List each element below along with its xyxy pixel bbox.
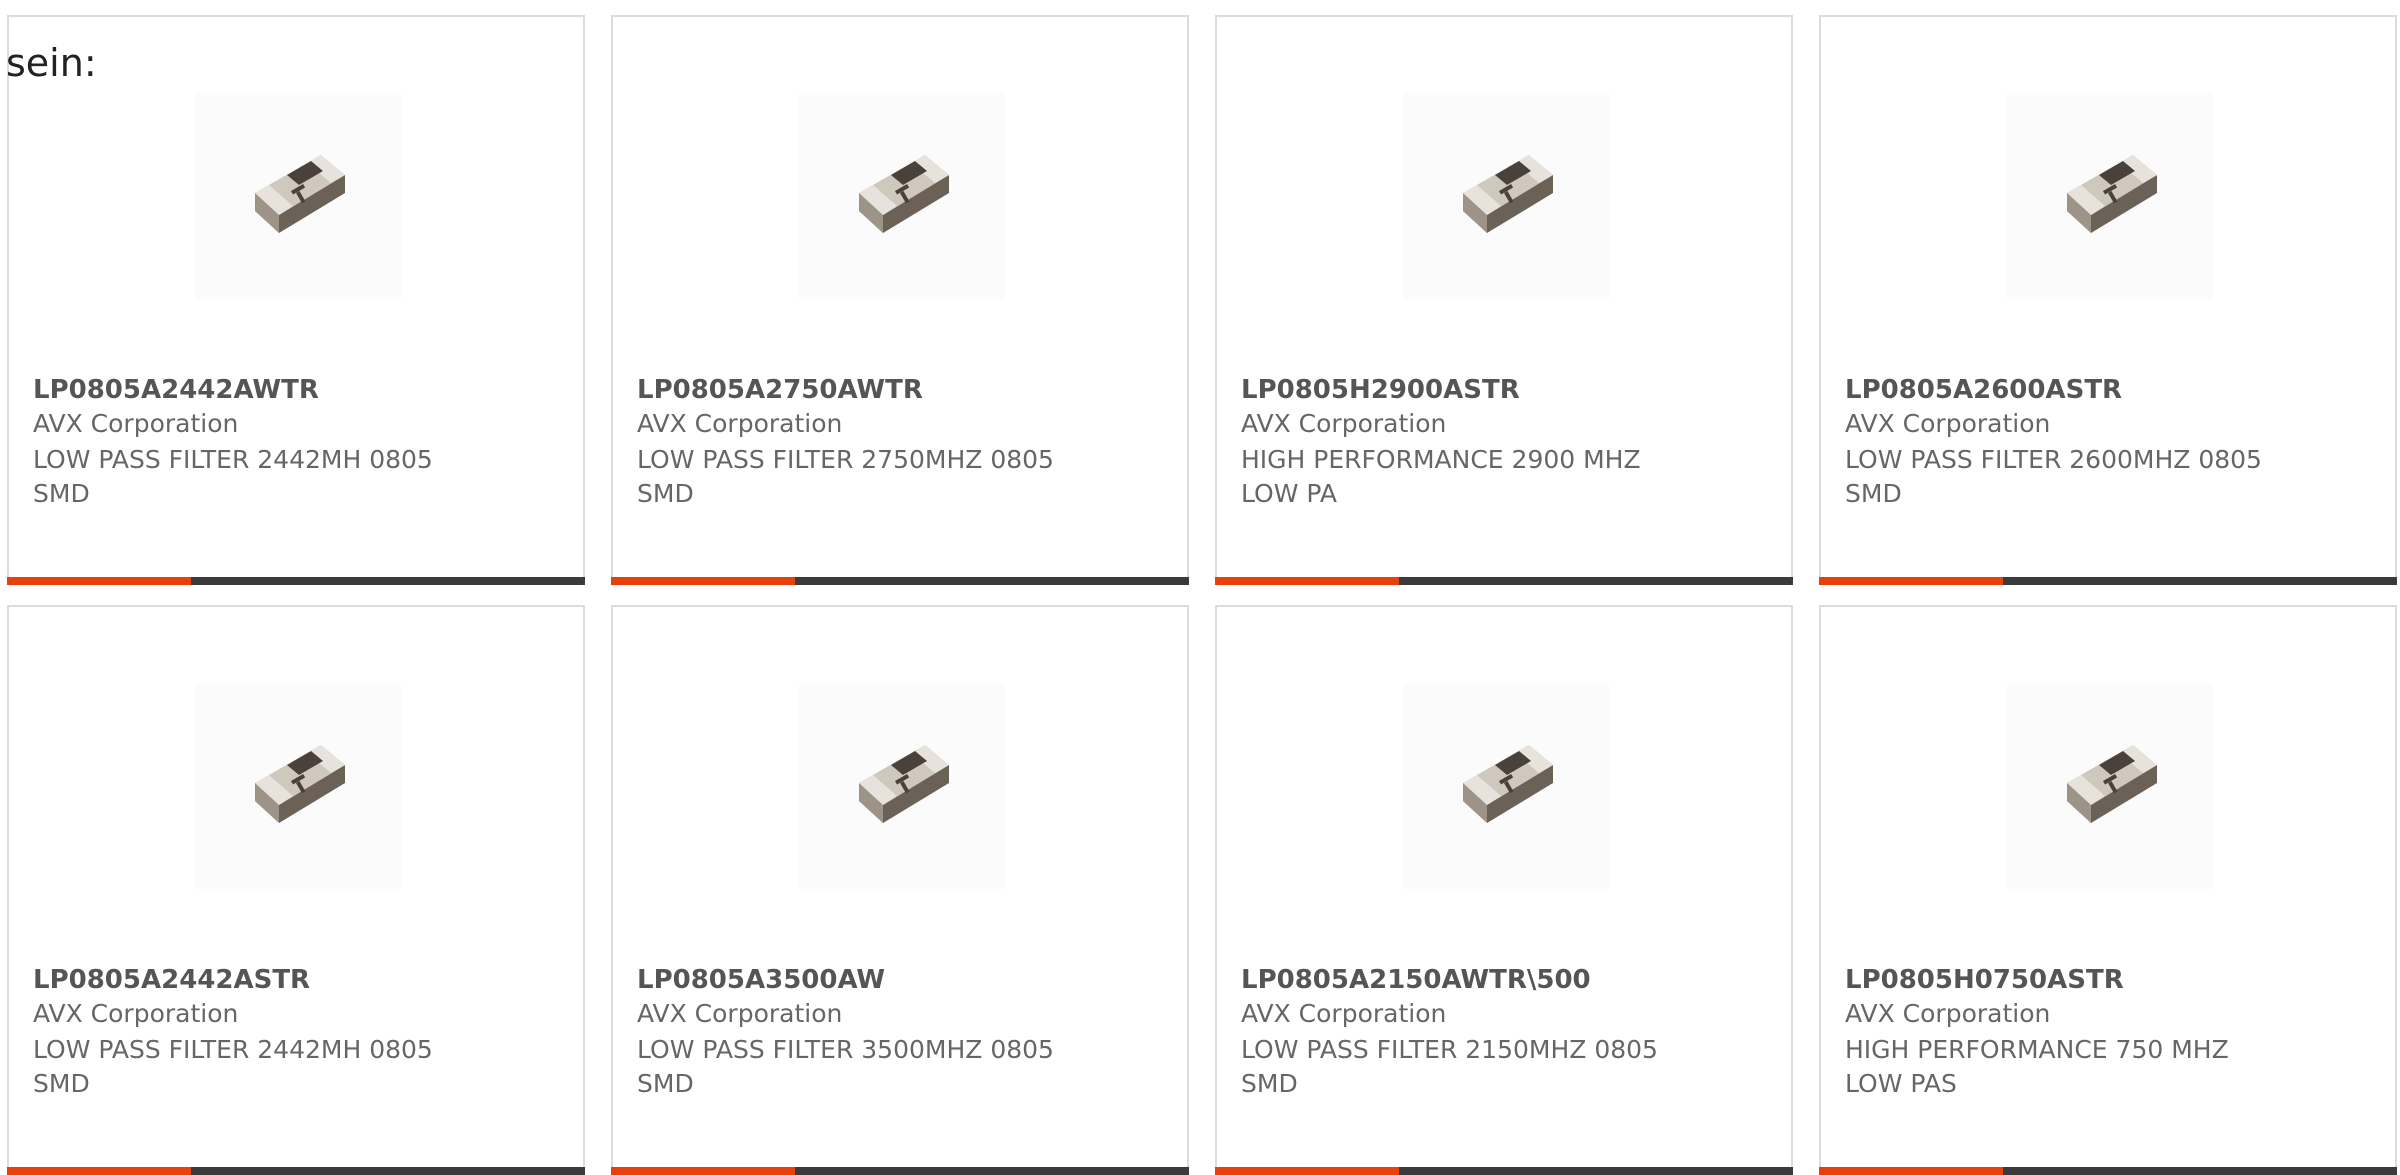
product-card[interactable]: LP0805A2442AWTR AVX Corporation LOW PASS… — [7, 15, 585, 585]
card-footer-bar — [1215, 1167, 1793, 1175]
manufacturer-name: AVX Corporation — [1241, 409, 1447, 438]
accent-bar — [611, 577, 795, 585]
product-card[interactable]: LP0805H0750ASTR AVX Corporation HIGH PER… — [1819, 605, 2397, 1175]
part-number-link[interactable]: LP0805H2900ASTR — [1241, 375, 1520, 405]
part-number-link[interactable]: LP0805A2442ASTR — [33, 965, 310, 995]
product-description: LOW PASS FILTER 2442MH 0805 SMD — [33, 1035, 433, 1098]
card-footer-bar — [1819, 577, 2397, 585]
card-footer-bar — [611, 577, 1189, 585]
manufacturer-name: AVX Corporation — [1845, 409, 2051, 438]
product-description: HIGH PERFORMANCE 2900 MHZ LOW PA — [1241, 445, 1641, 508]
manufacturer-name: AVX Corporation — [1845, 999, 2051, 1028]
part-number-link[interactable]: LP0805A2442AWTR — [33, 375, 319, 405]
product-grid: LP0805A2442AWTR AVX Corporation LOW PASS… — [0, 0, 2400, 1175]
part-number-link[interactable]: LP0805H0750ASTR — [1845, 965, 2124, 995]
product-description: HIGH PERFORMANCE 750 MHZ LOW PAS — [1845, 1035, 2229, 1098]
part-number-link[interactable]: LP0805A2150AWTR\500 — [1241, 965, 1591, 995]
product-image[interactable] — [2007, 93, 2213, 299]
product-image[interactable] — [2007, 683, 2213, 889]
manufacturer-name: AVX Corporation — [33, 999, 239, 1028]
intro-text: sein: — [6, 41, 97, 85]
accent-bar — [7, 577, 191, 585]
card-footer-bar — [7, 1167, 585, 1175]
product-description: LOW PASS FILTER 3500MHZ 0805 SMD — [637, 1035, 1054, 1098]
accent-bar — [7, 1167, 191, 1175]
accent-bar — [1819, 1167, 2003, 1175]
product-card[interactable]: LP0805A2150AWTR\500 AVX Corporation LOW … — [1215, 605, 1793, 1175]
product-description: LOW PASS FILTER 2600MHZ 0805 SMD — [1845, 445, 2262, 508]
product-card[interactable]: LP0805A2442ASTR AVX Corporation LOW PASS… — [7, 605, 585, 1175]
card-footer-bar — [1215, 577, 1793, 585]
product-card[interactable]: LP0805A2750AWTR AVX Corporation LOW PASS… — [611, 15, 1189, 585]
manufacturer-name: AVX Corporation — [33, 409, 239, 438]
product-image[interactable] — [195, 93, 401, 299]
product-image[interactable] — [1403, 93, 1609, 299]
card-footer-bar — [7, 577, 585, 585]
manufacturer-name: AVX Corporation — [637, 999, 843, 1028]
part-number-link[interactable]: LP0805A3500AW — [637, 965, 885, 995]
product-card[interactable]: LP0805H2900ASTR AVX Corporation HIGH PER… — [1215, 15, 1793, 585]
product-description: LOW PASS FILTER 2150MHZ 0805 SMD — [1241, 1035, 1658, 1098]
manufacturer-name: AVX Corporation — [637, 409, 843, 438]
product-image[interactable] — [195, 683, 401, 889]
card-footer-bar — [1819, 1167, 2397, 1175]
part-number-link[interactable]: LP0805A2600ASTR — [1845, 375, 2122, 405]
accent-bar — [1215, 1167, 1399, 1175]
manufacturer-name: AVX Corporation — [1241, 999, 1447, 1028]
part-number-link[interactable]: LP0805A2750AWTR — [637, 375, 923, 405]
product-card[interactable]: LP0805A2600ASTR AVX Corporation LOW PASS… — [1819, 15, 2397, 585]
product-card[interactable]: LP0805A3500AW AVX Corporation LOW PASS F… — [611, 605, 1189, 1175]
product-description: LOW PASS FILTER 2442MH 0805 SMD — [33, 445, 433, 508]
product-image[interactable] — [799, 93, 1005, 299]
accent-bar — [1215, 577, 1399, 585]
product-description: LOW PASS FILTER 2750MHZ 0805 SMD — [637, 445, 1054, 508]
product-image[interactable] — [1403, 683, 1609, 889]
accent-bar — [611, 1167, 795, 1175]
product-image[interactable] — [799, 683, 1005, 889]
card-footer-bar — [611, 1167, 1189, 1175]
accent-bar — [1819, 577, 2003, 585]
